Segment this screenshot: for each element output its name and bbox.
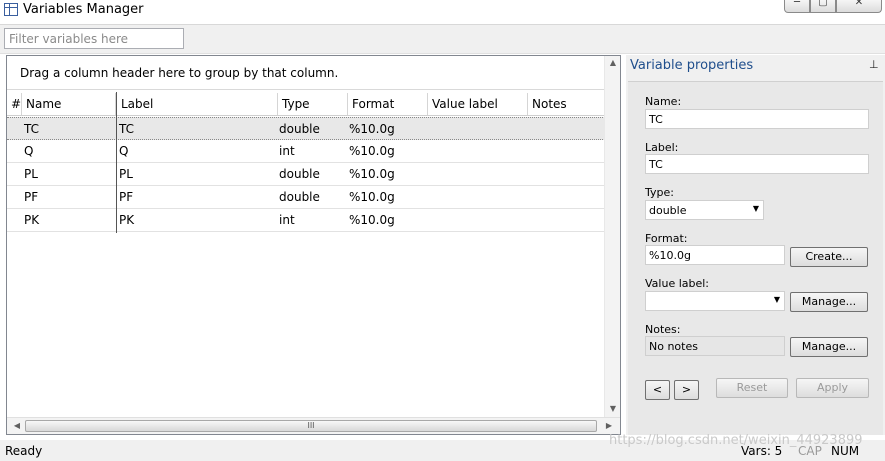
close-button[interactable]: ✕ bbox=[836, 0, 882, 13]
cell-format: %10.0g bbox=[349, 190, 395, 204]
label-label: Label: bbox=[645, 141, 679, 154]
header-label[interactable]: Label bbox=[117, 93, 278, 115]
cell-name: PL bbox=[24, 167, 38, 181]
window-title: Variables Manager bbox=[23, 2, 144, 17]
cell-type: int bbox=[279, 213, 295, 227]
watermark: https://blog.csdn.net/weixin_44923899 bbox=[609, 433, 863, 448]
variable-properties-panel: Variable properties ⊥ Name: TC Label: TC… bbox=[626, 55, 885, 435]
table-row[interactable]: PL PL double %10.0g bbox=[7, 163, 605, 186]
header-notes[interactable]: Notes bbox=[528, 93, 605, 115]
format-label: Format: bbox=[645, 232, 688, 245]
vertical-scrollbar[interactable]: ▲ ▼ bbox=[604, 56, 620, 418]
table-row[interactable]: Q Q int %10.0g bbox=[7, 140, 605, 163]
scroll-left-icon[interactable]: ◀ bbox=[9, 421, 25, 430]
properties-form: Name: TC Label: TC Type: double ▼ Format… bbox=[628, 81, 883, 435]
scroll-down-icon[interactable]: ▼ bbox=[605, 404, 621, 413]
filter-input[interactable] bbox=[4, 28, 184, 49]
reset-button[interactable]: Reset bbox=[716, 378, 788, 398]
cell-format: %10.0g bbox=[349, 144, 395, 158]
cell-format: %10.0g bbox=[349, 122, 395, 136]
header-value-label[interactable]: Value label bbox=[428, 93, 528, 115]
column-separator[interactable] bbox=[116, 92, 117, 233]
table-row[interactable]: TC TC double %10.0g bbox=[7, 117, 605, 140]
cell-name: PF bbox=[24, 190, 39, 204]
type-value: double bbox=[649, 204, 687, 217]
header-type[interactable]: Type bbox=[278, 93, 348, 115]
cell-label: TC bbox=[119, 122, 135, 136]
dropdown-arrow-icon: ▼ bbox=[752, 204, 759, 213]
cell-type: double bbox=[279, 167, 320, 181]
value-label-select[interactable]: ▼ bbox=[645, 291, 785, 311]
maximize-icon: ▢ bbox=[818, 0, 828, 8]
group-by-area[interactable]: Drag a column header here to group by th… bbox=[7, 56, 605, 90]
next-button[interactable]: > bbox=[674, 380, 699, 400]
scroll-thumb[interactable]: III bbox=[25, 420, 597, 432]
status-ready: Ready bbox=[5, 444, 43, 458]
manage-notes-button[interactable]: Manage... bbox=[790, 337, 868, 357]
notes-field: No notes bbox=[645, 336, 785, 356]
cell-name: Q bbox=[24, 144, 34, 158]
notes-label: Notes: bbox=[645, 323, 681, 336]
grip-icon: III bbox=[307, 421, 315, 430]
title-bar: Variables Manager ─ ▢ ✕ bbox=[0, 0, 885, 22]
table-icon bbox=[4, 3, 18, 16]
cell-type: double bbox=[279, 190, 320, 204]
label-field[interactable]: TC bbox=[645, 154, 869, 174]
cell-format: %10.0g bbox=[349, 213, 395, 227]
cell-type: int bbox=[279, 144, 295, 158]
apply-button[interactable]: Apply bbox=[796, 378, 869, 398]
previous-button[interactable]: < bbox=[645, 380, 670, 400]
panel-title: Variable properties bbox=[630, 58, 754, 73]
header-format[interactable]: Format bbox=[348, 93, 428, 115]
create-button[interactable]: Create... bbox=[790, 247, 868, 267]
table-row[interactable]: PK PK int %10.0g bbox=[7, 209, 605, 232]
cell-label: PL bbox=[119, 167, 133, 181]
name-label: Name: bbox=[645, 95, 682, 108]
minimize-icon: ─ bbox=[793, 0, 801, 8]
cell-type: double bbox=[279, 122, 320, 136]
cell-format: %10.0g bbox=[349, 167, 395, 181]
type-select[interactable]: double ▼ bbox=[645, 200, 764, 220]
dropdown-arrow-icon: ▼ bbox=[773, 295, 780, 304]
cell-label: PK bbox=[119, 213, 135, 227]
scroll-right-icon[interactable]: ▶ bbox=[601, 421, 617, 430]
horizontal-scrollbar[interactable]: ◀ III ▶ bbox=[7, 417, 620, 434]
variables-grid: Drag a column header here to group by th… bbox=[6, 55, 621, 435]
table-row[interactable]: PF PF double %10.0g bbox=[7, 186, 605, 209]
type-label: Type: bbox=[645, 186, 674, 199]
minimize-button[interactable]: ─ bbox=[784, 0, 810, 13]
pin-icon[interactable]: ⊥ bbox=[869, 58, 879, 71]
header-name[interactable]: Name bbox=[22, 93, 116, 115]
value-label-label: Value label: bbox=[645, 277, 710, 290]
filter-bar bbox=[0, 24, 885, 54]
manage-value-label-button[interactable]: Manage... bbox=[790, 292, 868, 312]
header-index[interactable]: # bbox=[7, 93, 22, 115]
close-icon: ✕ bbox=[854, 0, 864, 8]
cell-name: TC bbox=[24, 122, 40, 136]
format-field[interactable]: %10.0g bbox=[645, 245, 785, 265]
maximize-button[interactable]: ▢ bbox=[810, 0, 836, 13]
cell-label: Q bbox=[119, 144, 129, 158]
name-field[interactable]: TC bbox=[645, 109, 869, 129]
scroll-up-icon[interactable]: ▲ bbox=[605, 58, 621, 67]
cell-name: PK bbox=[24, 213, 40, 227]
cell-label: PF bbox=[119, 190, 134, 204]
